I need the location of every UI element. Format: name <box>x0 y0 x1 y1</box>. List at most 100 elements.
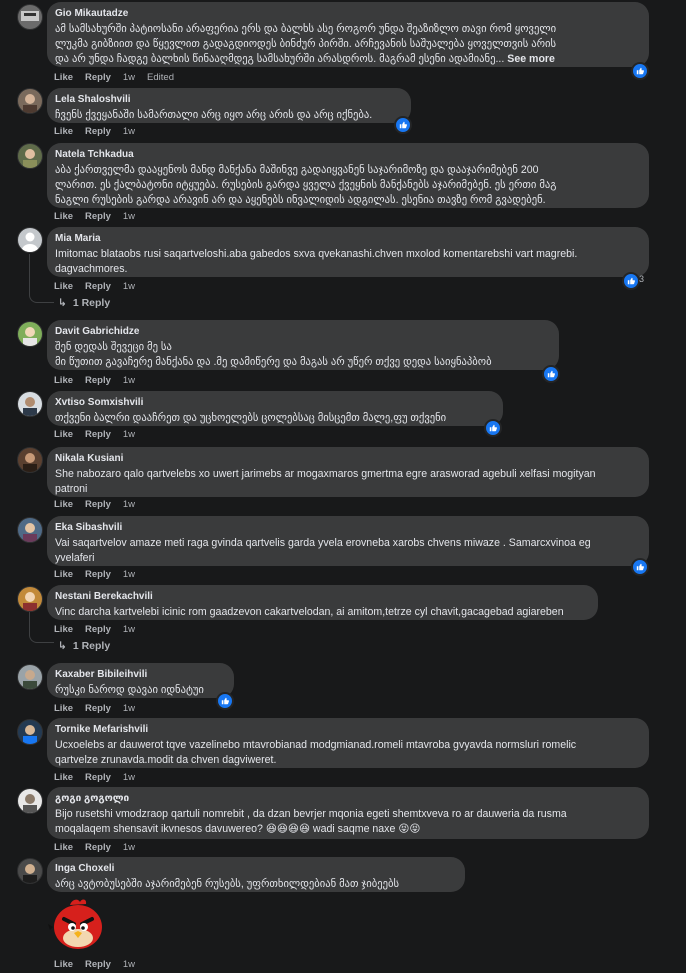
like-button[interactable]: Like <box>54 281 73 292</box>
comment-bubble: Eka Sibashvili Vai saqartvelov amaze met… <box>47 516 649 566</box>
comment-author[interactable]: გოგი გოგოლი <box>55 793 639 805</box>
comment-author[interactable]: Inga Choxeli <box>55 863 455 875</box>
thumbs-up-icon[interactable] <box>484 419 502 437</box>
comment-author[interactable]: Kaxaber Bibileihvili <box>55 669 224 681</box>
thumbs-up-icon[interactable] <box>216 692 234 710</box>
reply-button[interactable]: Reply <box>85 959 111 970</box>
like-button[interactable]: Like <box>54 72 73 83</box>
avatar[interactable] <box>17 143 43 169</box>
timestamp[interactable]: 1w <box>123 126 135 137</box>
comment-author[interactable]: Nikala Kusiani <box>55 453 639 465</box>
avatar[interactable] <box>17 517 43 543</box>
comment-actions: Like Reply 1w <box>54 842 147 853</box>
like-button[interactable]: Like <box>54 211 73 222</box>
like-button[interactable]: Like <box>54 375 73 386</box>
reply-button[interactable]: Reply <box>85 375 111 386</box>
reply-button[interactable]: Reply <box>85 429 111 440</box>
timestamp[interactable]: 1w <box>123 772 135 783</box>
thread-connector <box>29 254 54 303</box>
comment-author[interactable]: Lela Shaloshvili <box>55 94 401 106</box>
reply-button[interactable]: Reply <box>85 703 111 714</box>
reply-button[interactable]: Reply <box>85 569 111 580</box>
timestamp[interactable]: 1w <box>123 281 135 292</box>
comment-bubble: Xvtiso Somxishvili თქვენი ბალრი დააჩრეთ … <box>47 391 503 426</box>
comment-text: შენ დედას შევეცი მე სა მი წუთით გავაჩერე… <box>55 341 492 368</box>
comment-bubble: Gio Mikautadze ამ სამსახურში პატიოსანი ა… <box>47 2 649 67</box>
timestamp[interactable]: 1w <box>123 569 135 580</box>
reply-button[interactable]: Reply <box>85 211 111 222</box>
comment-actions: Like Reply 1w <box>54 499 147 510</box>
comment-author[interactable]: Natela Tchkadua <box>55 149 639 161</box>
comment-author[interactable]: Xvtiso Somxishvili <box>55 397 493 409</box>
comment-bubble: Nikala Kusiani She nabozaro qalo qartvel… <box>47 447 649 497</box>
view-replies-link[interactable]: ↳ 1 Reply <box>58 640 110 652</box>
avatar[interactable] <box>17 788 43 814</box>
reply-button[interactable]: Reply <box>85 842 111 853</box>
like-button[interactable]: Like <box>54 499 73 510</box>
thumbs-up-icon[interactable] <box>542 365 560 383</box>
comment-actions: Like Reply 1w <box>54 375 147 386</box>
comment-author[interactable]: Nestani Berekachvili <box>55 591 588 603</box>
reply-arrow-icon: ↳ <box>58 640 67 652</box>
comment-actions: Like Reply 1w <box>54 211 147 222</box>
avatar[interactable] <box>17 88 43 114</box>
reaction-count[interactable]: 3 <box>639 274 644 284</box>
view-replies-link[interactable]: ↳ 1 Reply <box>58 297 110 309</box>
comment-text: ამ სამსახურში პატიოსანი არაფერია ერს და … <box>55 23 557 65</box>
avatar[interactable] <box>17 447 43 473</box>
comment-author[interactable]: Eka Sibashvili <box>55 522 639 534</box>
timestamp[interactable]: 1w <box>123 375 135 386</box>
comment-author[interactable]: Mia Maria <box>55 233 639 245</box>
comment-bubble: Lela Shaloshvili ჩვენს ქვეყანაში სამართა… <box>47 88 411 123</box>
timestamp[interactable]: 1w <box>123 429 135 440</box>
timestamp[interactable]: 1w <box>123 703 135 714</box>
edited-label: Edited <box>147 72 174 83</box>
reply-button[interactable]: Reply <box>85 772 111 783</box>
comment-text: ჩვენს ქვეყანაში სამართალი არც იყო არც არ… <box>55 109 373 121</box>
comment-author[interactable]: Gio Mikautadze <box>55 8 639 20</box>
see-more-link[interactable]: See more <box>507 53 555 65</box>
reply-button[interactable]: Reply <box>85 624 111 635</box>
timestamp[interactable]: 1w <box>123 211 135 222</box>
like-button[interactable]: Like <box>54 959 73 970</box>
comment-author[interactable]: Davit Gabrichidze <box>55 326 549 338</box>
avatar[interactable] <box>17 664 43 690</box>
comment-text: Vinc darcha kartvelebi icinic rom gaadze… <box>55 606 564 618</box>
timestamp[interactable]: 1w <box>123 959 135 970</box>
comment-actions: Like Reply 1w <box>54 569 147 580</box>
reply-button[interactable]: Reply <box>85 72 111 83</box>
thumbs-up-icon[interactable] <box>394 116 412 134</box>
thumbs-up-icon[interactable] <box>631 62 649 80</box>
like-button[interactable]: Like <box>54 126 73 137</box>
angry-bird-sticker <box>48 897 108 951</box>
thumbs-up-icon[interactable] <box>622 272 640 290</box>
like-button[interactable]: Like <box>54 703 73 714</box>
avatar[interactable] <box>17 4 43 30</box>
avatar[interactable] <box>17 391 43 417</box>
avatar[interactable] <box>17 586 43 612</box>
comment-text: რუსკი ნაროდ დავაი იდნატუი <box>55 684 204 696</box>
timestamp[interactable]: 1w <box>123 624 135 635</box>
like-button[interactable]: Like <box>54 772 73 783</box>
comment-author[interactable]: Tornike Mefarishvili <box>55 724 639 736</box>
like-button[interactable]: Like <box>54 569 73 580</box>
reply-button[interactable]: Reply <box>85 126 111 137</box>
comment-actions: Like Reply 1w <box>54 703 147 714</box>
thumbs-up-icon[interactable] <box>631 558 649 576</box>
comment-actions: Like Reply 1w <box>54 281 147 292</box>
like-button[interactable]: Like <box>54 842 73 853</box>
timestamp[interactable]: 1w <box>123 72 135 83</box>
timestamp[interactable]: 1w <box>123 842 135 853</box>
like-button[interactable]: Like <box>54 429 73 440</box>
like-button[interactable]: Like <box>54 624 73 635</box>
thread-connector <box>29 612 54 643</box>
comment-bubble: Nestani Berekachvili Vinc darcha kartvel… <box>47 585 598 620</box>
timestamp[interactable]: 1w <box>123 499 135 510</box>
avatar[interactable] <box>17 858 43 884</box>
comment-bubble: Mia Maria Imitomac blataobs rusi saqartv… <box>47 227 649 277</box>
avatar[interactable] <box>17 719 43 745</box>
avatar[interactable] <box>17 321 43 347</box>
avatar[interactable] <box>17 227 43 253</box>
reply-button[interactable]: Reply <box>85 281 111 292</box>
reply-button[interactable]: Reply <box>85 499 111 510</box>
